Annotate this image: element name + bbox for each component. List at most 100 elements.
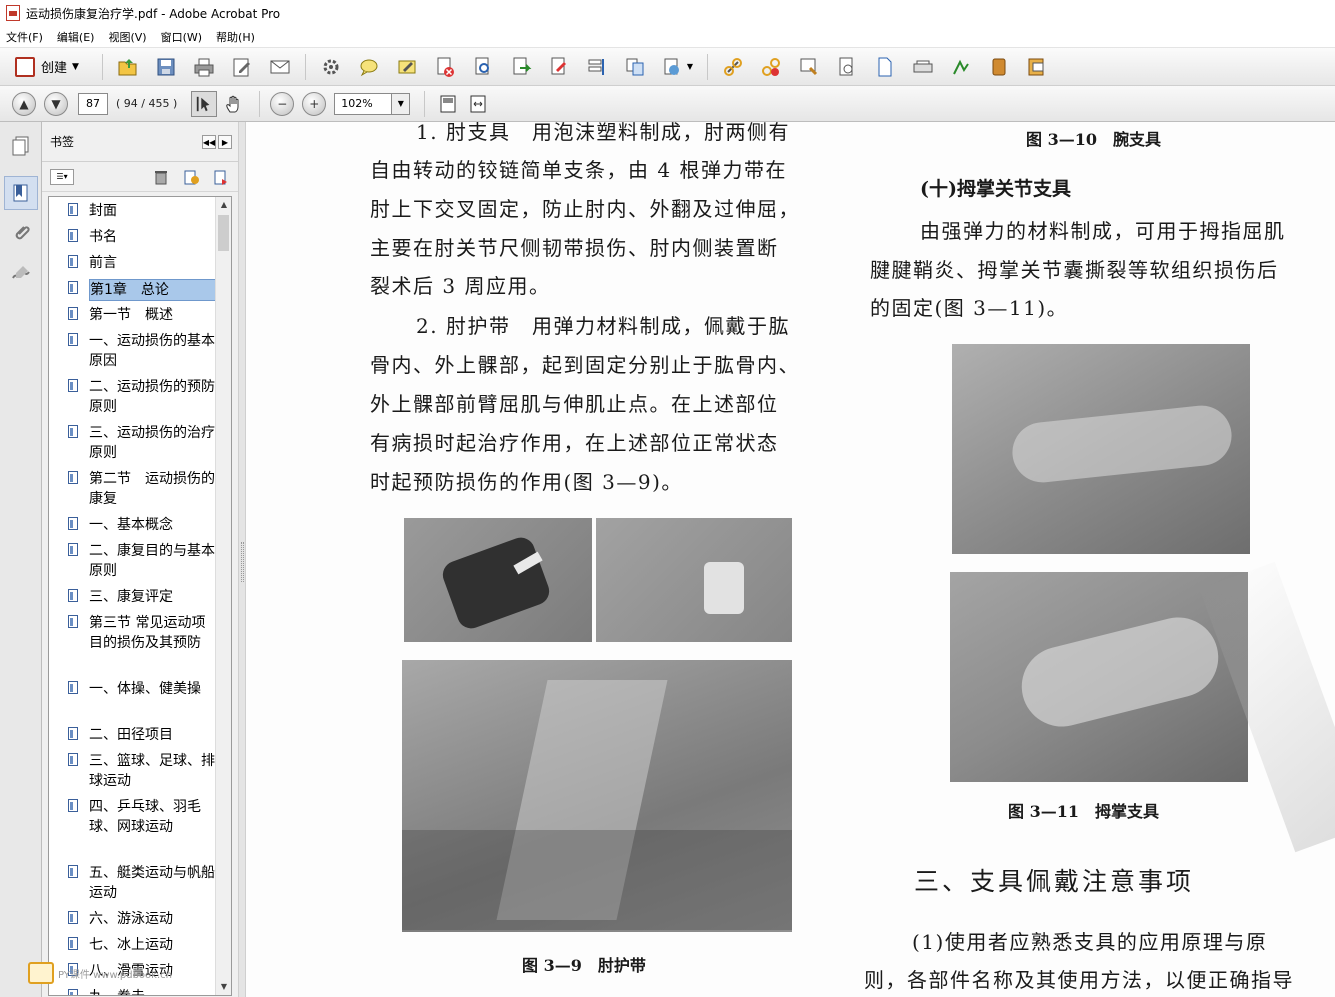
text-line: 时起预防损伤的作用(图 3—9)。	[370, 470, 683, 494]
zoom-out-button[interactable]: −	[270, 91, 295, 116]
zoom-in-button[interactable]: +	[302, 91, 327, 116]
menu-edit[interactable]: 编辑(E)	[57, 29, 95, 45]
bookmarks-tree[interactable]: 九、拳击八、滑雪运动七、冰上运动六、游泳运动五、艇类运动与帆船运动四、乒乓球、羽…	[48, 196, 232, 996]
bookmark-item[interactable]: 二、田径项目	[68, 725, 217, 745]
combine-files-icon[interactable]	[623, 55, 647, 79]
zoom-level-input[interactable]: 102%	[334, 92, 393, 115]
bookmark-item[interactable]: 第三节 常见运动项目的损伤及其预防	[68, 613, 217, 653]
edit-document-icon[interactable]	[230, 55, 254, 79]
panel-splitter[interactable]	[238, 122, 246, 997]
bookmarks-panel: 书签 ◀◀ ▶ ☰▾ 九、拳击八、滑雪运动七、冰上运动六、游泳运动五、艇类运动与…	[42, 122, 238, 997]
comment-icon[interactable]	[357, 55, 381, 79]
signatures-icon[interactable]	[4, 256, 38, 290]
fit-page-button[interactable]	[435, 91, 461, 117]
blank-page-icon[interactable]	[873, 55, 897, 79]
bookmark-item[interactable]: 一、运动损伤的基本原因	[68, 331, 217, 371]
scroll-down-icon[interactable]: ▼	[216, 979, 231, 995]
bookmarks-icon[interactable]	[4, 176, 38, 210]
scanner-icon[interactable]	[911, 55, 935, 79]
expand-bookmark-icon[interactable]	[212, 168, 230, 186]
bookmark-icon	[68, 589, 78, 602]
navigation-pane-strip	[0, 122, 42, 997]
site-logo: PY课件 www.pdbook.cn	[28, 962, 172, 984]
options-menu-icon[interactable]: ☰▾	[50, 168, 74, 185]
unlink-icon[interactable]	[759, 55, 783, 79]
panel-menu-icon[interactable]: ▶	[218, 135, 232, 149]
bookmark-item[interactable]: 书名	[68, 227, 217, 247]
bookmark-item[interactable]: 封面	[68, 201, 217, 221]
page-number-input[interactable]: 87	[78, 92, 108, 115]
bookmark-label: 三、康复评定	[89, 589, 173, 605]
select-tool-button[interactable]	[191, 90, 218, 117]
save-icon[interactable]	[154, 55, 178, 79]
bookmark-item[interactable]: 三、康复评定	[68, 587, 217, 607]
zoom-dropdown-chevron-down-icon[interactable]: ▼	[392, 92, 411, 115]
bookmark-label: 六、游泳运动	[89, 911, 173, 927]
text-line: 2. 肘护带 用弹力材料制成，佩戴于肱	[416, 314, 790, 338]
form-icon[interactable]	[585, 55, 609, 79]
bookmark-item[interactable]: 第1章 总论	[68, 279, 217, 301]
print-icon[interactable]	[192, 55, 216, 79]
bookmark-item[interactable]: 一、体操、健美操	[68, 679, 217, 699]
bookmark-item[interactable]: 七、冰上运动	[68, 935, 217, 955]
attachments-icon[interactable]	[4, 216, 38, 250]
forms-panel-icon[interactable]	[1025, 55, 1049, 79]
bookmarks-scrollbar[interactable]: ▲ ▼	[215, 197, 231, 995]
stamp-icon[interactable]	[797, 55, 821, 79]
menu-view[interactable]: 视图(V)	[108, 29, 146, 45]
menu-window[interactable]: 窗口(W)	[161, 29, 202, 45]
hand-tool-button[interactable]	[221, 91, 247, 117]
menu-file[interactable]: 文件(F)	[6, 29, 43, 45]
bookmark-item[interactable]: 三、运动损伤的治疗原则	[68, 423, 217, 463]
page-thumbnails-icon[interactable]	[4, 128, 38, 162]
action-wizard-icon[interactable]	[949, 55, 973, 79]
open-folder-icon[interactable]	[116, 55, 140, 79]
pdf-page: 1. 肘支具 用泡沫塑料制成，肘两侧有 自由转动的铰链简单支条，由 4 根弹力带…	[246, 122, 1335, 997]
trash-icon[interactable]	[152, 168, 170, 186]
bookmark-item[interactable]: 一、基本概念	[68, 515, 217, 535]
next-page-button[interactable]: ▼	[44, 91, 68, 116]
extract-page-icon[interactable]	[509, 55, 533, 79]
scroll-up-icon[interactable]: ▲	[216, 197, 231, 213]
bookmark-icon	[68, 255, 78, 268]
email-icon[interactable]	[268, 55, 292, 79]
book-icon[interactable]	[987, 55, 1011, 79]
search-page-icon[interactable]	[471, 55, 495, 79]
highlight-icon[interactable]	[395, 55, 419, 79]
navigation-toolbar: ▲ ▼ 87 ( 94 / 455 ) − + 102% ▼	[0, 86, 1335, 122]
new-bookmark-icon[interactable]	[182, 168, 200, 186]
bookmark-item[interactable]: 五、艇类运动与帆船运动	[68, 863, 217, 903]
bookmark-item[interactable]: 第一节 概述	[68, 305, 217, 325]
create-button[interactable]: 创建 ▼	[8, 53, 86, 81]
bookmark-item[interactable]: 第二节 运动损伤的康复	[68, 469, 217, 509]
gear-icon[interactable]	[319, 55, 343, 79]
bookmark-icon	[68, 307, 78, 320]
menu-help[interactable]: 帮助(H)	[216, 29, 255, 45]
scrollbar-thumb[interactable]	[218, 215, 229, 251]
bookmark-icon	[68, 517, 78, 530]
chevron-down-icon[interactable]: ▼	[686, 55, 694, 79]
bookmark-label: 四、乒乓球、羽毛球、网球运动	[89, 799, 201, 835]
bookmark-icon	[68, 229, 78, 242]
export-icon[interactable]	[661, 55, 685, 79]
main-toolbar: 创建 ▼ ▼	[0, 48, 1335, 86]
delete-page-icon[interactable]	[433, 55, 457, 79]
bookmark-item[interactable]: 九、拳击	[68, 987, 217, 995]
bookmark-item[interactable]: 六、游泳运动	[68, 909, 217, 929]
fit-width-button[interactable]	[465, 91, 491, 117]
link-icon[interactable]	[721, 55, 745, 79]
collapse-panel-icon[interactable]: ◀◀	[202, 135, 216, 149]
previous-page-button[interactable]: ▲	[12, 91, 36, 116]
bookmark-item[interactable]: 二、运动损伤的预防原则	[68, 377, 217, 417]
bookmark-label: 五、艇类运动与帆船运动	[89, 865, 215, 901]
document-view[interactable]: 1. 肘支具 用泡沫塑料制成，肘两侧有 自由转动的铰链简单支条，由 4 根弹力带…	[246, 122, 1335, 997]
bookmark-item[interactable]: 二、康复目的与基本原则	[68, 541, 217, 581]
expand-icon	[470, 95, 486, 112]
bookmark-item[interactable]: 前言	[68, 253, 217, 273]
bookmark-item[interactable]: 四、乒乓球、羽毛球、网球运动	[68, 797, 217, 837]
sign-icon[interactable]	[547, 55, 571, 79]
page-properties-icon[interactable]	[835, 55, 859, 79]
page-count: ( 94 / 455 )	[116, 97, 178, 110]
bookmark-item[interactable]: 三、篮球、足球、排球运动	[68, 751, 217, 791]
minus-icon: −	[277, 96, 288, 111]
